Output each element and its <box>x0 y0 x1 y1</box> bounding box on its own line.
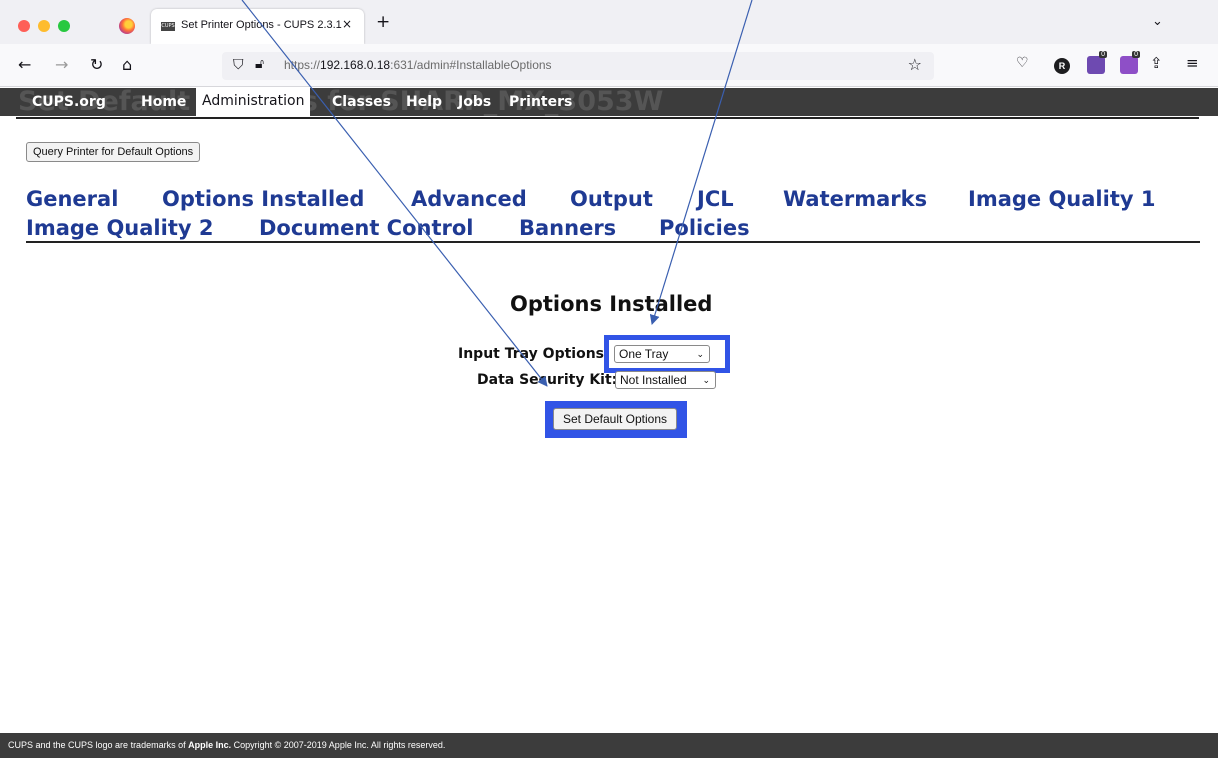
nav-home-link[interactable]: Home <box>141 93 186 111</box>
new-tab-button[interactable]: + <box>376 14 390 31</box>
reload-icon[interactable]: ↻ <box>90 56 103 74</box>
browser-tab[interactable]: CUPS Set Printer Options - CUPS 2.3.1 × <box>151 9 364 44</box>
form-title: Options Installed <box>510 292 713 316</box>
close-tab-icon[interactable]: × <box>342 17 352 31</box>
minimize-window-button[interactable] <box>38 20 50 32</box>
tab-advanced[interactable]: Advanced <box>411 185 527 213</box>
tabs-divider <box>26 241 1200 243</box>
nav-cupsorg-link[interactable]: CUPS.org <box>32 93 106 111</box>
zoom-window-button[interactable] <box>58 20 70 32</box>
tab-jcl[interactable]: JCL <box>697 185 734 213</box>
footer-text-end: Copyright © 2007-2019 Apple Inc. All rig… <box>231 740 446 750</box>
tracking-protection-icon[interactable]: ⛉ <box>233 57 244 73</box>
cups-nav-bar: Set Default Options for SHARP_MX_3053W C… <box>0 88 1218 116</box>
header-divider <box>16 117 1199 119</box>
chevron-down-icon: ⌄ <box>696 349 704 359</box>
input-tray-select[interactable]: One Tray ⌄ <box>614 345 710 363</box>
tab-policies[interactable]: Policies <box>659 214 750 242</box>
navigation-toolbar: ← → ↻ ⌂ ⛉ 🔓︎ https://192.168.0.18:631/ad… <box>0 44 1218 87</box>
close-window-button[interactable] <box>18 20 30 32</box>
input-tray-label: Input Tray Options <box>458 346 604 362</box>
extension-badge: 0 <box>1132 51 1140 58</box>
firefox-view-icon[interactable] <box>119 18 135 34</box>
tab-watermarks[interactable]: Watermarks <box>783 185 927 213</box>
tab-image-quality-2[interactable]: Image Quality 2 <box>26 214 213 242</box>
footer-apple-link[interactable]: Apple Inc. <box>188 740 231 750</box>
nav-administration-link[interactable]: Administration <box>196 88 311 116</box>
tab-bar: CUPS Set Printer Options - CUPS 2.3.1 × … <box>0 0 1218 44</box>
url-path: :631/admin#InstallableOptions <box>390 58 552 72</box>
app-menu-icon[interactable]: ≡ <box>1186 54 1204 72</box>
bookmark-star-icon[interactable]: ☆ <box>908 55 922 74</box>
nav-printers-link[interactable]: Printers <box>509 93 572 111</box>
cups-favicon-icon: CUPS <box>161 22 175 31</box>
set-default-options-button[interactable]: Set Default Options <box>553 408 677 430</box>
share-icon[interactable]: ⇪ <box>1150 54 1168 72</box>
nav-help-link[interactable]: Help <box>406 93 442 111</box>
tab-output[interactable]: Output <box>570 185 653 213</box>
tab-banners[interactable]: Banners <box>519 214 616 242</box>
nav-jobs-link[interactable]: Jobs <box>458 93 491 111</box>
forward-icon[interactable]: → <box>55 56 68 74</box>
data-security-kit-label: Data Security Kit: <box>477 372 618 388</box>
url-text[interactable]: https://192.168.0.18:631/admin#Installab… <box>284 58 552 72</box>
data-security-kit-value: Not Installed <box>620 373 687 387</box>
url-host: 192.168.0.18 <box>320 58 391 72</box>
pocket-icon[interactable]: ♡ <box>1016 55 1034 73</box>
tab-image-quality-1[interactable]: Image Quality 1 <box>968 185 1155 213</box>
browser-window: CUPS Set Printer Options - CUPS 2.3.1 × … <box>0 0 1218 758</box>
page-footer: CUPS and the CUPS logo are trademarks of… <box>0 733 1218 758</box>
nav-classes-link[interactable]: Classes <box>332 93 391 111</box>
footer-text-start: CUPS and the CUPS logo are trademarks of <box>8 740 189 750</box>
url-scheme: https:// <box>284 58 321 72</box>
tab-general[interactable]: General <box>26 185 118 213</box>
site-security-icon[interactable]: 🔓︎ <box>255 56 264 72</box>
data-security-kit-select[interactable]: Not Installed ⌄ <box>615 371 716 389</box>
chevron-down-icon: ⌄ <box>702 375 710 385</box>
profile-r-icon[interactable]: R <box>1054 58 1070 74</box>
extension-badge: 0 <box>1099 51 1107 58</box>
extension-icon[interactable]: 0 <box>1087 51 1107 74</box>
back-icon[interactable]: ← <box>18 56 31 74</box>
list-all-tabs-icon[interactable]: ⌄ <box>1152 14 1163 29</box>
tab-document-control[interactable]: Document Control <box>259 214 474 242</box>
tab-title: Set Printer Options - CUPS 2.3.1 <box>181 19 342 31</box>
query-printer-button[interactable]: Query Printer for Default Options <box>26 142 201 162</box>
tab-options-installed[interactable]: Options Installed <box>162 185 364 213</box>
input-tray-value: One Tray <box>619 347 669 361</box>
home-icon[interactable]: ⌂ <box>122 56 132 74</box>
url-bar[interactable]: ⛉ 🔓︎ https://192.168.0.18:631/admin#Inst… <box>222 52 934 80</box>
extension-icon[interactable]: 0 <box>1120 51 1140 74</box>
